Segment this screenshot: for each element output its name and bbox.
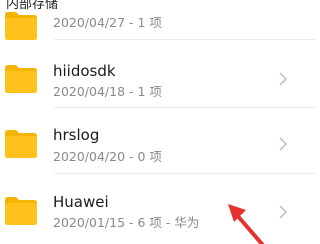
chevron-right-icon <box>278 71 288 86</box>
folder-name: hiidosdk <box>53 62 116 80</box>
folder-name: Huawei <box>53 193 109 211</box>
folder-icon <box>3 62 39 94</box>
folder-icon <box>3 9 39 41</box>
list-item[interactable]: Huawei 2020/01/15 - 6 项 - 华为 <box>0 184 316 242</box>
list-item[interactable]: hrslog 2020/04/20 - 0 项 <box>0 116 316 174</box>
divider <box>54 39 316 40</box>
chevron-right-icon <box>278 136 288 151</box>
divider <box>54 173 316 174</box>
folder-meta: 2020/01/15 - 6 项 - 华为 <box>53 215 200 230</box>
divider <box>54 107 316 108</box>
folder-name: hrslog <box>53 126 100 144</box>
folder-meta: 2020/04/18 - 1 项 <box>53 84 162 99</box>
folder-meta: 2020/04/27 - 1 项 <box>53 15 162 30</box>
breadcrumb[interactable]: 内部存储 <box>6 0 58 13</box>
folder-icon <box>3 194 39 226</box>
folder-meta: 2020/04/20 - 0 项 <box>53 149 162 164</box>
list-item[interactable]: hiidosdk 2020/04/18 - 1 项 <box>0 50 316 108</box>
folder-icon <box>3 127 39 159</box>
folder-list: 2020/04/27 - 1 项 内部存储 hiidosdk 2020/04/1… <box>0 0 316 244</box>
chevron-right-icon <box>278 204 288 219</box>
